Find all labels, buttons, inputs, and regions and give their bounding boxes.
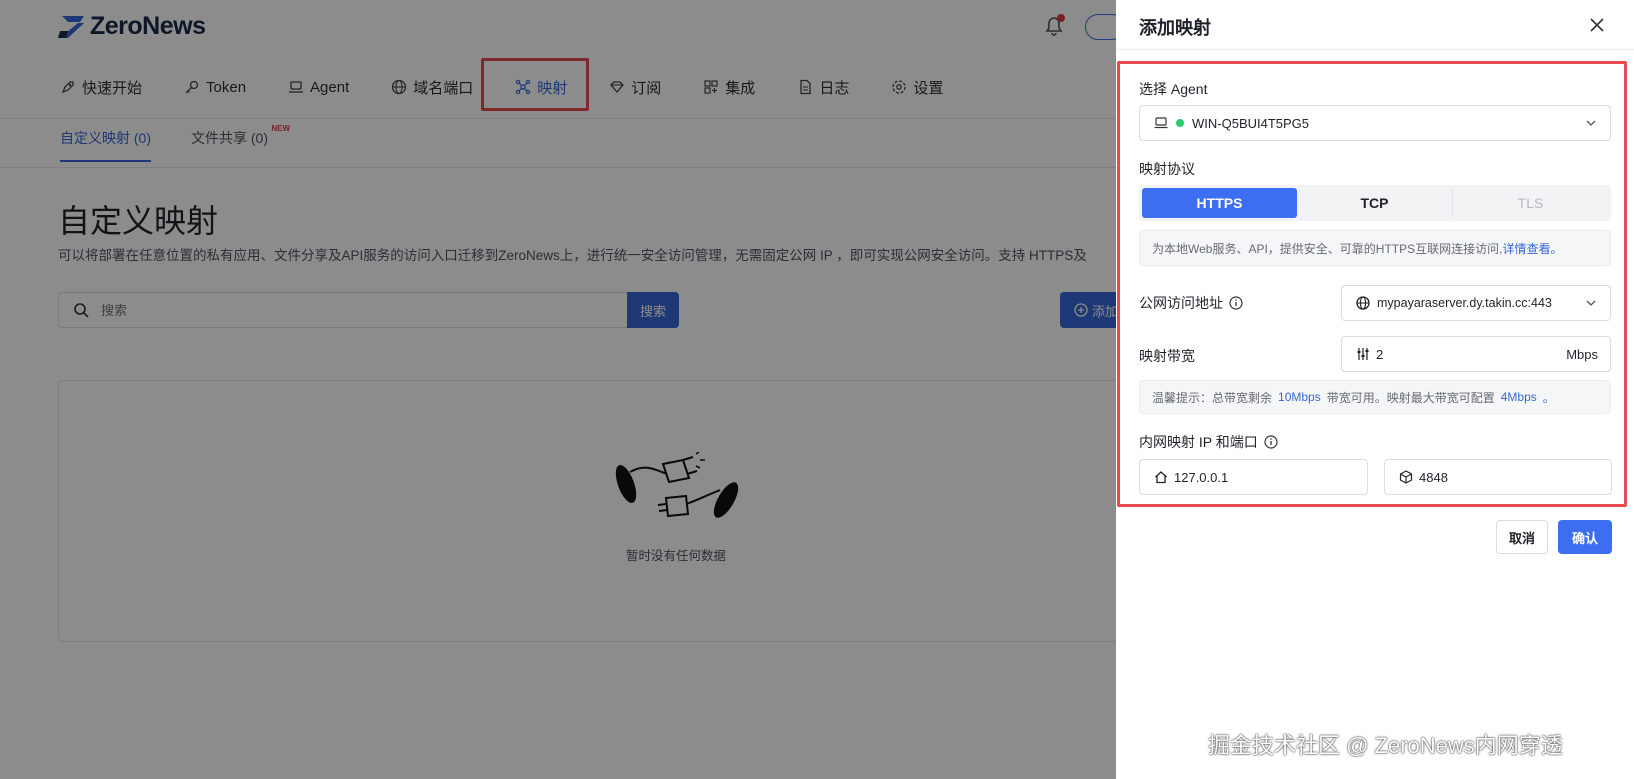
agent-label: 选择 Agent: [1139, 79, 1207, 99]
laptop-icon: [1154, 117, 1168, 129]
public-address-select[interactable]: mypayaraserver.dy.takin.cc:443: [1341, 285, 1611, 321]
modal-overlay[interactable]: [0, 0, 1116, 779]
info-icon[interactable]: [1229, 296, 1243, 310]
inner-port-value: 4848: [1419, 469, 1448, 485]
chevron-down-icon: [1586, 300, 1596, 306]
protocol-tls-button[interactable]: TLS: [1452, 188, 1608, 218]
protocol-label: 映射协议: [1139, 159, 1195, 179]
protocol-hint: 为本地Web服务、API，提供安全、可靠的HTTPS互联网连接访问, 详情查看。: [1139, 230, 1611, 266]
agent-select[interactable]: WIN-Q5BUI4T5PG5: [1139, 105, 1611, 141]
protocol-tcp-button[interactable]: TCP: [1297, 188, 1452, 218]
public-address-label: 公网访问地址: [1139, 293, 1243, 313]
bandwidth-max: 4Mbps: [1500, 390, 1537, 404]
info-icon[interactable]: [1264, 435, 1278, 449]
globe-icon: [1356, 296, 1370, 310]
home-icon: [1155, 471, 1167, 484]
protocol-segmented-control: HTTPS TCP TLS: [1139, 185, 1611, 221]
protocol-https-button[interactable]: HTTPS: [1142, 188, 1297, 218]
cancel-button[interactable]: 取消: [1496, 520, 1548, 554]
inner-ip-value: 127.0.0.1: [1174, 469, 1229, 485]
agent-select-value: WIN-Q5BUI4T5PG5: [1192, 115, 1310, 131]
cube-icon: [1399, 470, 1413, 484]
protocol-hint-text: 为本地Web服务、API，提供安全、可靠的HTTPS互联网连接访问,: [1152, 241, 1503, 256]
details-link[interactable]: 详情查看。: [1502, 240, 1562, 257]
close-icon[interactable]: [1588, 16, 1606, 34]
bandwidth-hint-suffix: 。: [1542, 390, 1555, 405]
sliders-icon: [1357, 348, 1369, 360]
bandwidth-input[interactable]: 2 Mbps: [1341, 336, 1611, 372]
inner-port-input[interactable]: 4848: [1384, 459, 1612, 495]
inner-ip-port-label-text: 内网映射 IP 和端口: [1139, 434, 1258, 450]
bandwidth-label: 映射带宽: [1139, 346, 1195, 366]
bandwidth-label-text: 映射带宽: [1139, 348, 1195, 364]
chevron-down-icon: [1586, 120, 1596, 126]
agent-label-text: 选择 Agent: [1139, 81, 1208, 97]
inner-ip-port-label: 内网映射 IP 和端口: [1139, 432, 1278, 452]
confirm-button[interactable]: 确认: [1558, 520, 1612, 554]
bandwidth-hint: 温馨提示：总带宽剩余 10Mbps 带宽可用。映射最大带宽可配置 4Mbps 。: [1139, 380, 1611, 414]
drawer-title: 添加映射: [1139, 18, 1211, 38]
bandwidth-hint-prefix: 温馨提示：总带宽剩余: [1152, 390, 1273, 405]
bandwidth-unit: Mbps: [1566, 346, 1598, 362]
bandwidth-value: 2: [1376, 346, 1384, 362]
agent-status-dot: [1176, 119, 1184, 127]
public-address-value: mypayaraserver.dy.takin.cc:443: [1377, 296, 1552, 310]
protocol-label-text: 映射协议: [1139, 161, 1195, 177]
public-address-label-text: 公网访问地址: [1139, 295, 1223, 311]
inner-ip-input[interactable]: 127.0.0.1: [1139, 459, 1368, 495]
drawer-header: 添加映射: [1116, 0, 1634, 50]
bandwidth-total: 10Mbps: [1278, 390, 1321, 404]
watermark: 掘金技术社区 @ ZeroNews内网穿透: [1208, 733, 1563, 758]
bandwidth-hint-mid: 带宽可用。映射最大带宽可配置: [1326, 390, 1495, 405]
